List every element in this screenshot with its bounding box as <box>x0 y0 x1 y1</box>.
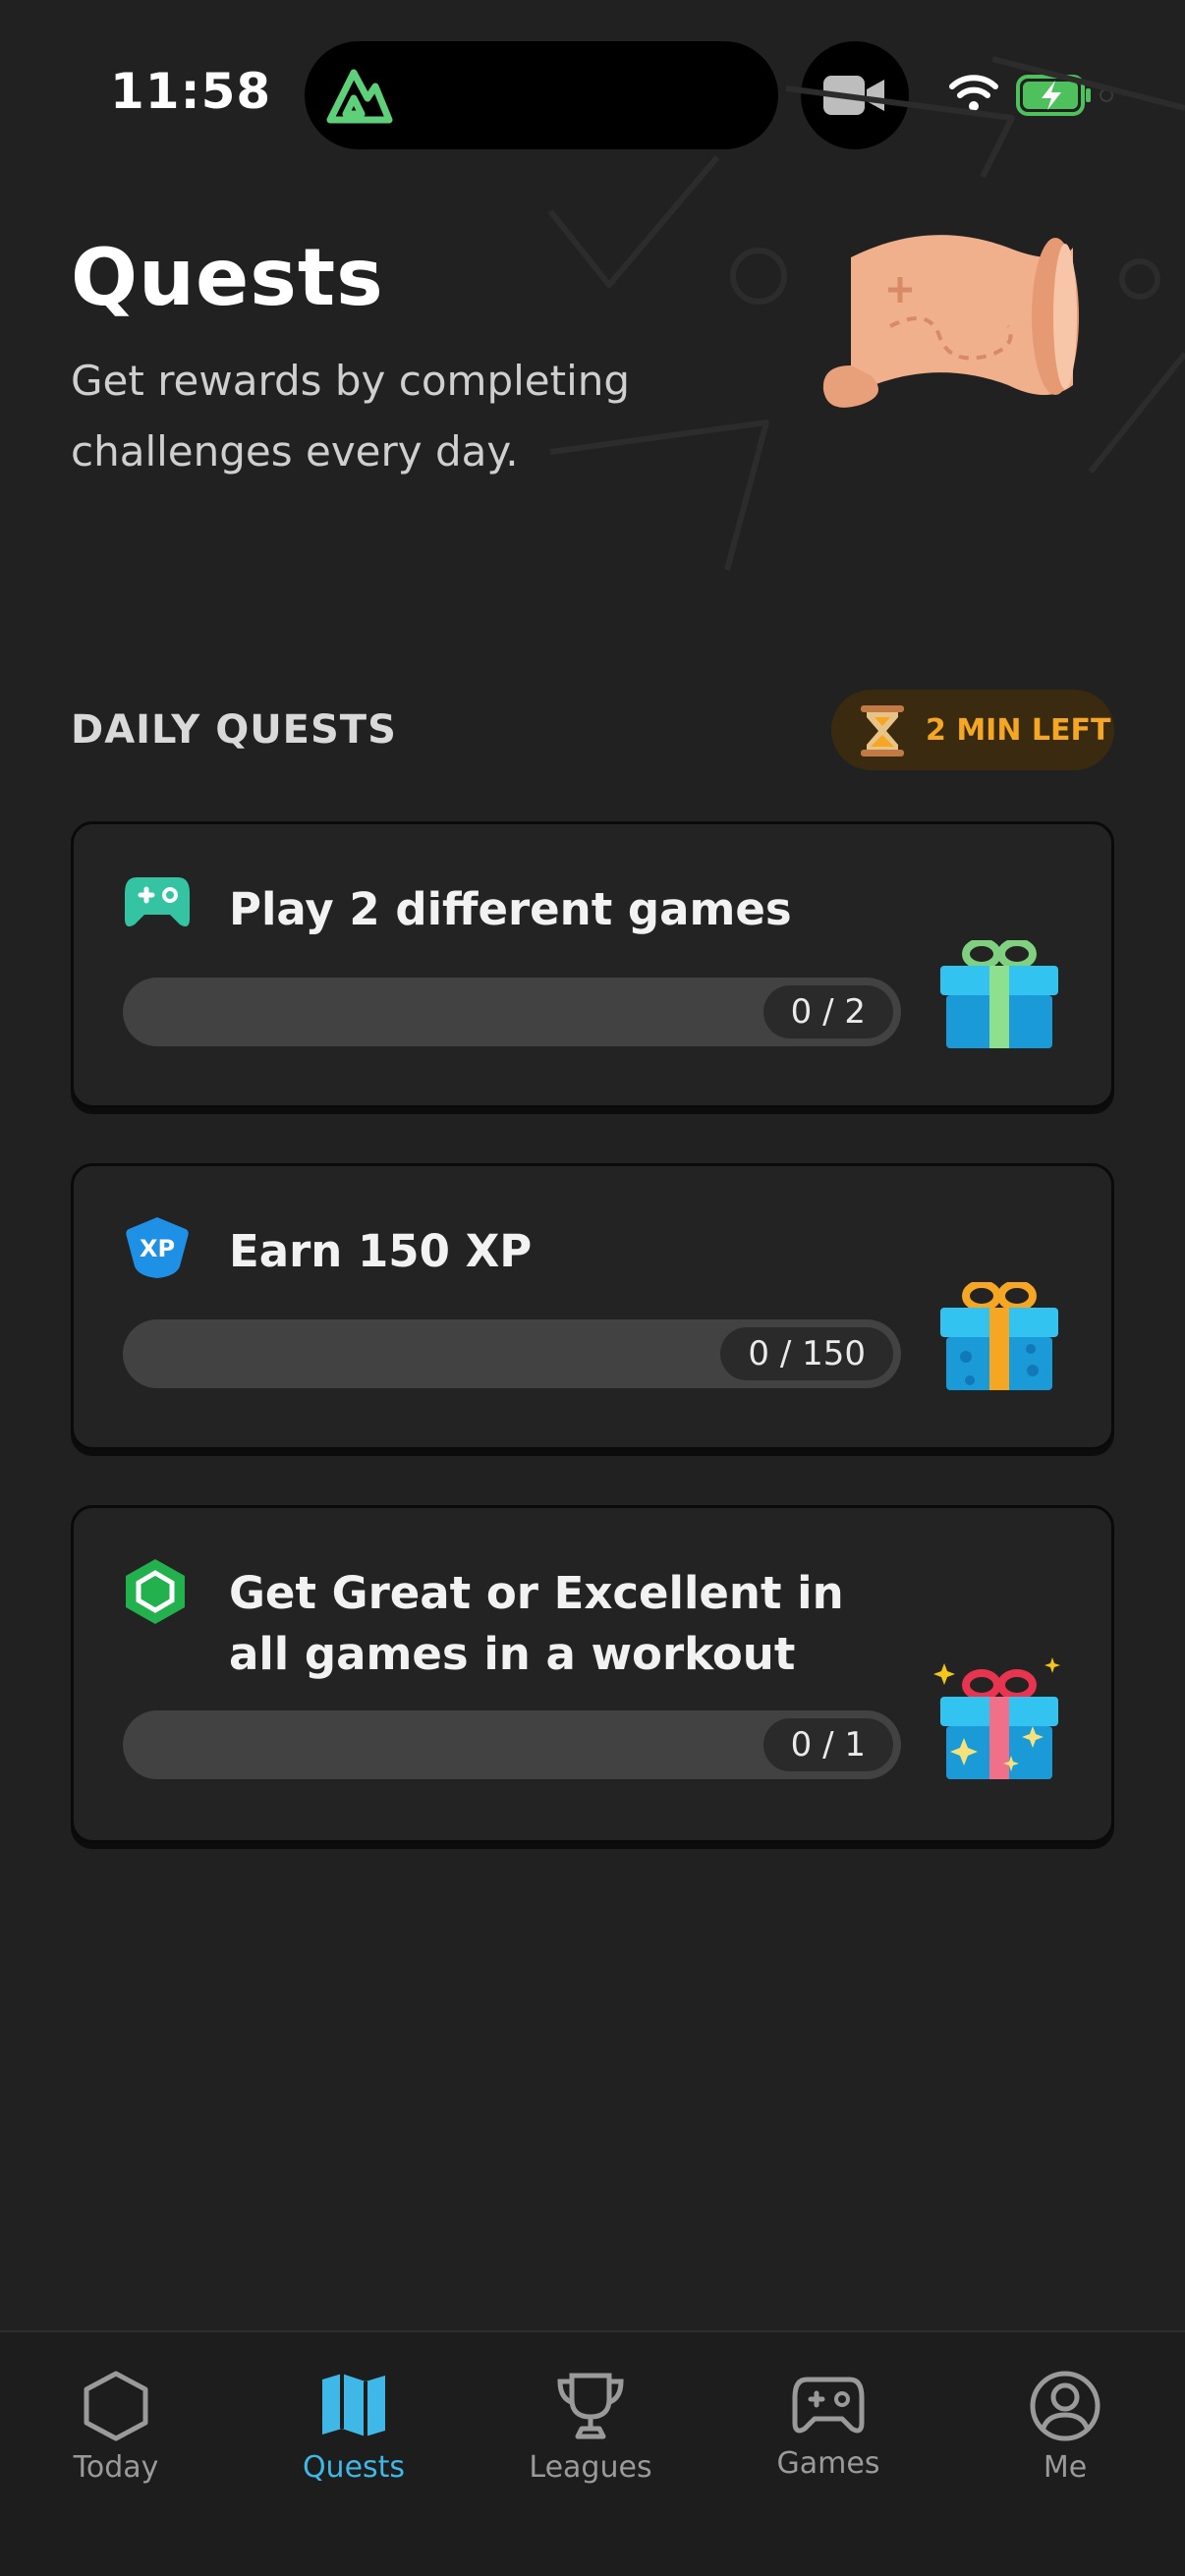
gift-blue-icon <box>940 1282 1058 1390</box>
trophy-icon <box>557 2373 624 2439</box>
tab-label: Leagues <box>529 2450 652 2485</box>
hexagon-outline-icon <box>84 2371 148 2441</box>
quest-progress-bar: 0 / 1 <box>123 1710 901 1779</box>
tab-bar: Today Quests Leagues Games Me <box>0 2330 1185 2576</box>
profile-icon <box>1030 2371 1100 2441</box>
gamepad-icon <box>125 877 190 926</box>
tab-label: Me <box>1043 2450 1088 2485</box>
quest-card[interactable]: Get Great or Excellent in all games in a… <box>71 1505 1114 1843</box>
tab-label: Today <box>73 2450 159 2485</box>
hourglass-icon <box>861 705 904 756</box>
quest-title: Get Great or Excellent in all games in a… <box>229 1567 844 1680</box>
quest-progress-count: 0 / 2 <box>762 985 893 1038</box>
quest-card[interactable]: Play 2 different games 0 / 2 <box>71 821 1114 1108</box>
gamepad-outline-icon <box>792 2377 865 2434</box>
time-left-badge: 2 MIN LEFT <box>831 690 1114 770</box>
hexagon-icon <box>126 1559 185 1624</box>
map-icon <box>322 2374 385 2436</box>
gift-sparkle-icon <box>933 1657 1060 1779</box>
quest-progress-bar: 0 / 2 <box>123 978 901 1046</box>
quest-progress-count: 0 / 1 <box>762 1718 893 1771</box>
tab-label: Games <box>776 2446 880 2481</box>
tab-leagues[interactable]: Leagues <box>492 2352 689 2499</box>
time-left-text: 2 MIN LEFT <box>926 713 1111 748</box>
quest-progress-count: 0 / 150 <box>720 1327 893 1380</box>
tab-games[interactable]: Games <box>730 2352 927 2499</box>
tab-today[interactable]: Today <box>18 2352 214 2499</box>
quest-title: Earn 150 XP <box>229 1225 533 1277</box>
tab-quests[interactable]: Quests <box>255 2352 452 2499</box>
page-subtitle: Get rewards by completing challenges eve… <box>71 357 631 476</box>
quest-progress-bar: 0 / 150 <box>123 1319 901 1388</box>
page-title: Quests <box>71 232 384 323</box>
map-scroll-illustration <box>822 235 1079 408</box>
gift-green-icon <box>940 940 1058 1048</box>
xp-badge-icon: XP <box>126 1217 189 1278</box>
tab-me[interactable]: Me <box>967 2352 1163 2499</box>
svg-text:XP: XP <box>140 1235 175 1262</box>
daily-quests-heading: DAILY QUESTS <box>71 707 397 753</box>
quest-card[interactable]: XP Earn 150 XP 0 / 150 <box>71 1163 1114 1450</box>
tab-label: Quests <box>302 2450 406 2485</box>
quest-title: Play 2 different games <box>229 883 792 935</box>
